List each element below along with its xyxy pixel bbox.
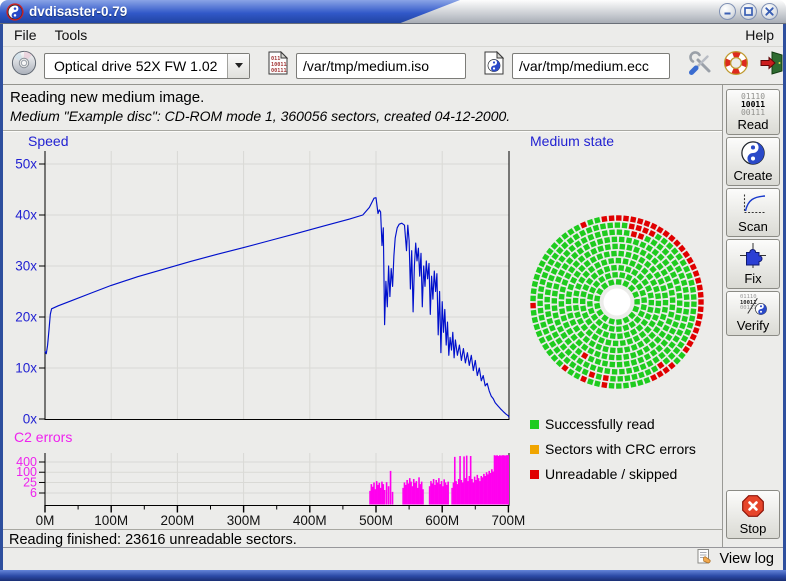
chevron-down-icon[interactable] — [227, 54, 249, 78]
svg-text:200M: 200M — [161, 513, 195, 528]
stop-octagon-icon — [741, 494, 765, 521]
svg-text:0x: 0x — [23, 412, 38, 427]
svg-text:100M: 100M — [94, 513, 128, 528]
drive-select[interactable]: Optical drive 52X FW 1.02 — [44, 53, 250, 79]
create-button-label: Create — [733, 168, 772, 183]
preferences-icon[interactable] — [688, 50, 714, 81]
toolbar: Optical drive 52X FW 1.02 011 10011 0011… — [3, 46, 783, 85]
quit-icon[interactable] — [758, 50, 784, 81]
read-button-label: Read — [737, 117, 768, 132]
stop-button-label: Stop — [740, 521, 767, 536]
legend-red-swatch — [530, 470, 539, 479]
puzzle-icon — [740, 243, 766, 271]
svg-text:600M: 600M — [425, 513, 459, 528]
legend-label: Successfully read — [545, 416, 655, 432]
speed-chart-title: Speed — [28, 133, 68, 149]
legend-item-crc: Sectors with CRC errors — [530, 441, 696, 457]
medium-state-title: Medium state — [530, 133, 614, 149]
stop-button[interactable]: Stop — [726, 490, 780, 539]
yinyang-icon — [741, 141, 765, 168]
verify-button[interactable]: 01110 10011 00111 Verify — [726, 291, 780, 336]
svg-text:500M: 500M — [359, 513, 393, 528]
legend-label: Unreadable / skipped — [545, 466, 677, 482]
verify-button-label: Verify — [737, 318, 770, 333]
lifebelt-help-icon[interactable] — [723, 50, 749, 81]
svg-text:10x: 10x — [15, 361, 37, 376]
iso-path-input[interactable] — [296, 53, 466, 79]
window-bottom-border — [0, 570, 786, 581]
legend-item-unreadable: Unreadable / skipped — [530, 466, 677, 482]
binary-read-icon: 01110 10011 00111 — [741, 93, 765, 117]
legend-green-swatch — [530, 420, 539, 429]
c2-errors-title: C2 errors — [14, 429, 72, 445]
scan-curve-icon — [740, 192, 767, 219]
drive-select-value: Optical drive 52X FW 1.02 — [45, 58, 227, 74]
scan-button-label: Scan — [738, 219, 768, 234]
minimize-icon[interactable] — [719, 3, 736, 20]
scan-button[interactable]: Scan — [726, 188, 780, 237]
close-icon[interactable] — [761, 3, 778, 20]
app-window: dvdisaster-0.79 File Tools Help — [0, 0, 786, 581]
titlebar[interactable]: dvdisaster-0.79 — [0, 0, 786, 24]
verify-compare-icon: 01110 10011 00111 — [739, 295, 767, 318]
svg-text:300M: 300M — [227, 513, 261, 528]
window-title: dvdisaster-0.79 — [29, 4, 127, 19]
svg-text:30x: 30x — [15, 259, 37, 274]
view-log-icon — [697, 549, 714, 569]
content-area: Reading new medium image. Medium "Exampl… — [3, 85, 722, 547]
action-sidebar: 01110 10011 00111 Read Create — [722, 85, 783, 547]
main-area: Reading new medium image. Medium "Exampl… — [3, 85, 783, 547]
svg-text:700M: 700M — [492, 513, 526, 528]
fix-button-label: Fix — [744, 271, 761, 286]
svg-text:50x: 50x — [15, 157, 37, 172]
create-button[interactable]: Create — [726, 137, 780, 186]
app-yinyang-icon — [6, 3, 24, 24]
svg-text:400: 400 — [16, 455, 37, 469]
legend-item-read: Successfully read — [530, 416, 655, 432]
menu-help[interactable]: Help — [738, 25, 781, 45]
svg-text:20x: 20x — [15, 310, 37, 325]
svg-text:00111: 00111 — [271, 68, 287, 74]
svg-text:40x: 40x — [15, 208, 37, 223]
view-log-button[interactable]: View log — [719, 551, 774, 567]
window-body: File Tools Help Optical drive 52X FW 1.0… — [0, 24, 786, 570]
ecc-path-input[interactable] — [512, 53, 670, 79]
legend-label: Sectors with CRC errors — [545, 441, 696, 457]
legend-orange-swatch — [530, 445, 539, 454]
disc-icon — [11, 50, 37, 81]
iso-file-icon: 011 10011 00111 — [268, 51, 289, 81]
menu-file[interactable]: File — [5, 25, 46, 45]
menu-tools[interactable]: Tools — [46, 25, 97, 45]
read-button[interactable]: 01110 10011 00111 Read — [726, 89, 780, 135]
footer-bar: View log — [3, 547, 783, 570]
fix-button[interactable]: Fix — [726, 239, 780, 289]
svg-text:400M: 400M — [293, 513, 327, 528]
menubar: File Tools Help — [3, 24, 783, 46]
maximize-icon[interactable] — [740, 3, 757, 20]
svg-text:0M: 0M — [36, 513, 55, 528]
ecc-file-icon — [484, 51, 505, 81]
finished-status: Reading finished: 23616 unreadable secto… — [3, 529, 722, 548]
